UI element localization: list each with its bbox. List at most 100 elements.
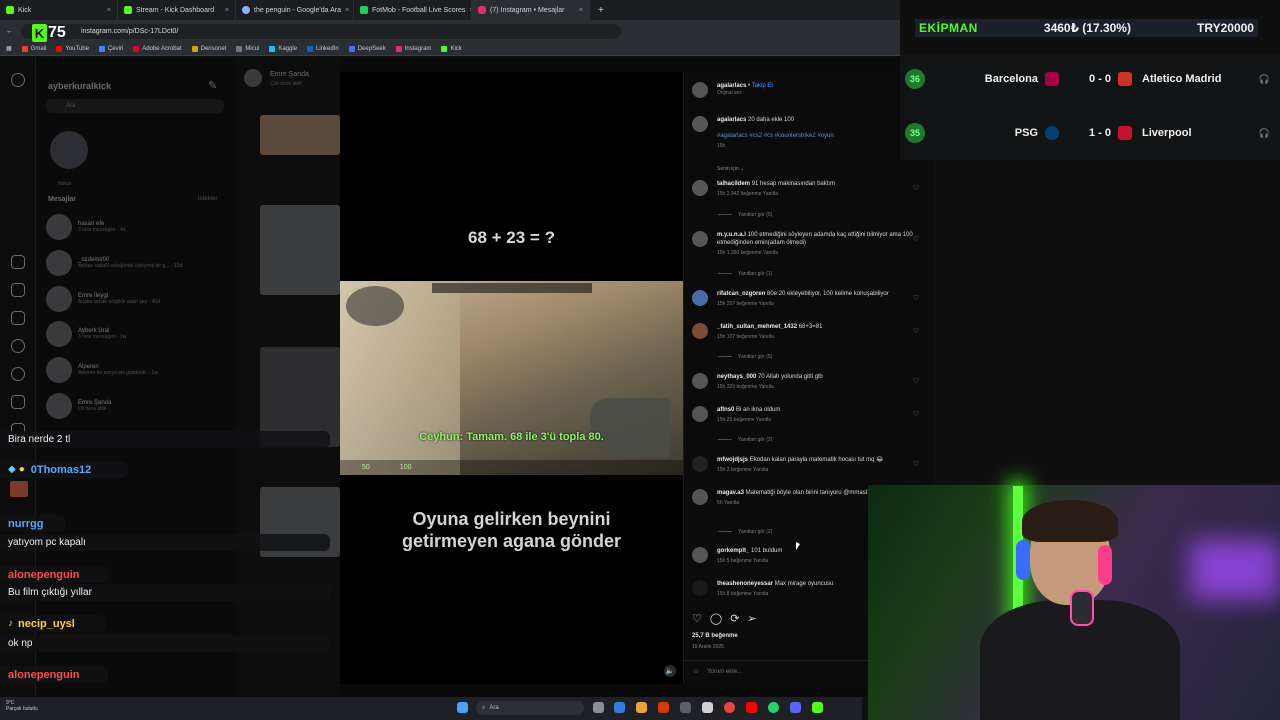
instagram-logo-icon[interactable] [11,73,25,87]
compose-icon[interactable]: ✎ [208,79,217,92]
tab-kick[interactable]: Kick × [0,0,118,20]
avatar[interactable] [692,231,708,247]
match-row[interactable]: 35 PSG 1 - 0 Liverpool 🎧 [900,108,1280,158]
dm-item[interactable]: Ayberk Ural 3 new messages · 1w [46,321,126,347]
file-explorer-icon[interactable] [636,702,647,713]
bookmark-deepseek[interactable]: DeepSeek [348,45,386,52]
bookmark-adobe[interactable]: Adobe Acrobat [133,45,182,52]
repost-icon[interactable]: ⟳ [730,612,739,626]
hud-armor: 100 [399,464,412,471]
task-view-icon[interactable] [593,702,604,713]
avatar[interactable] [692,489,708,505]
requests-link[interactable]: İstekler [198,196,217,202]
dm-search-input[interactable]: Ara [46,99,224,113]
account-username[interactable]: ayberkuralkick [48,81,111,91]
like-heart-icon[interactable]: ♡ [913,327,919,335]
url-field[interactable]: instagram.com/p/DSc-17LDct0/ [21,23,621,39]
dm-item[interactable]: Alperen Alperen bir sonya eki gönderdi. ·… [46,357,158,383]
store-icon[interactable] [680,702,691,713]
avatar[interactable] [692,82,708,98]
bookmark-youtube[interactable]: YouTube [56,45,89,52]
comment-bubble-icon[interactable]: ◯ [710,612,722,626]
view-replies-link[interactable]: Yanıtları gör (1) [718,271,772,277]
avatar[interactable] [692,290,708,306]
edge-icon[interactable] [614,702,625,713]
view-replies-link[interactable]: Yanıtları gör (5) [718,212,772,218]
new-tab-button[interactable]: + [590,5,612,16]
avatar[interactable] [692,116,708,132]
reels-icon[interactable] [11,283,25,297]
match-row[interactable]: 36 Barcelona 0 - 0 Atletico Madrid 🎧 [900,54,1280,104]
like-heart-icon[interactable]: ♡ [913,294,919,302]
chat-header-status: Çok önce aktif [270,81,302,87]
view-replies-link[interactable]: Yanıtları gör (5) [718,354,772,360]
taskbar-search[interactable]: ⌕ Ara [476,701,584,715]
like-heart-icon[interactable]: ♡ [913,235,919,243]
dm-item[interactable]: Emre İleygi Acaba sende eriştikle adan şe… [46,286,160,312]
bookmark-kick[interactable]: Kick [441,45,462,52]
post-caption: agalarlacs 20 daha ekle 100 #agalarlacs … [692,116,924,149]
home-team: PSG [1014,127,1038,139]
shared-post-thumbnail[interactable] [260,115,340,155]
explore-icon[interactable] [11,367,25,381]
dm-item[interactable]: _ozdemir00 ambas sadaki sokağında öyleymi… [46,250,182,276]
like-heart-icon[interactable]: ♡ [913,460,919,468]
close-tab-icon[interactable]: × [225,7,229,14]
mute-icon[interactable]: 🔈 [664,665,676,677]
like-heart-icon[interactable]: ♡ [913,184,919,192]
avatar[interactable] [692,323,708,339]
avatar[interactable] [692,373,708,389]
tab-instagram[interactable]: (7) Instagram • Mesajlar × [472,0,590,20]
atletico-crest-icon [1118,72,1132,86]
home-icon[interactable] [11,255,25,269]
avatar[interactable] [692,580,708,596]
heart-icon[interactable] [11,395,25,409]
like-heart-icon[interactable]: ♡ [913,410,919,418]
bookmark-translate[interactable]: Çeviri [98,45,123,52]
emoji-icon[interactable]: ☺ [693,669,699,675]
hashtags[interactable]: #agalarlacs #cs2 #cs #counterstrike2 #oy… [717,132,924,140]
view-replies-link[interactable]: Yanıtları gör (2) [718,529,772,535]
bookmark-gmail[interactable]: Gmail [21,45,46,52]
office-icon[interactable] [658,702,669,713]
avatar[interactable] [692,406,708,422]
bookmark-densonet[interactable]: Densonet [191,45,226,52]
windows-start-icon[interactable] [457,702,468,713]
discord-icon[interactable] [790,702,801,713]
avatar[interactable] [692,456,708,472]
sort-dropdown[interactable]: Senin için ⌄ [717,166,744,172]
tab-kick-dashboard[interactable]: Stream - Kick Dashboard × [118,0,236,20]
dm-item[interactable]: hasan efe 3 new messages · 4d [46,214,126,240]
kick-app-icon[interactable] [812,702,823,713]
like-count[interactable]: 25,7 B beğenme [692,633,738,639]
avatar[interactable] [692,180,708,196]
apps-grid-icon[interactable]: ▦ [6,45,12,52]
dm-item[interactable]: Emre Şanda Ok bora attiii [46,393,111,419]
like-heart-icon[interactable]: ♡ [692,612,702,626]
psg-crest-icon [1045,126,1059,140]
follow-button[interactable]: Takip Et [752,83,773,89]
search-icon[interactable] [11,339,25,353]
like-heart-icon[interactable]: ♡ [913,377,919,385]
youtube-icon[interactable] [746,702,757,713]
tab-google-search[interactable]: the penguin - Google'da Ara × [236,0,354,20]
tab-fotmob[interactable]: FotMob - Football Live Scores× [354,0,472,20]
shared-post-thumbnail[interactable] [260,205,340,295]
close-tab-icon[interactable]: × [345,7,349,14]
close-tab-icon[interactable]: × [579,7,583,14]
close-tab-icon[interactable]: × [107,7,111,14]
weather-widget[interactable]: 9°C Parçalı bulutlu [6,700,38,712]
view-replies-link[interactable]: Yanıtları gör (2) [718,437,772,443]
bookmark-instagram[interactable]: Instagram [395,45,431,52]
avatar[interactable] [692,547,708,563]
note-avatar[interactable] [50,131,88,169]
chrome-icon[interactable] [724,702,735,713]
whatsapp-icon[interactable] [768,702,779,713]
messages-icon[interactable] [11,311,25,325]
share-send-icon[interactable]: ➢ [747,612,756,626]
back-arrow-icon[interactable]: ← [6,28,13,35]
bookmark-linkedin[interactable]: LinkedIn [307,45,339,52]
bookmark-kaggle[interactable]: Kaggle [269,45,297,52]
bookmark-micul[interactable]: Micul [236,45,259,52]
obs-icon[interactable] [702,702,713,713]
